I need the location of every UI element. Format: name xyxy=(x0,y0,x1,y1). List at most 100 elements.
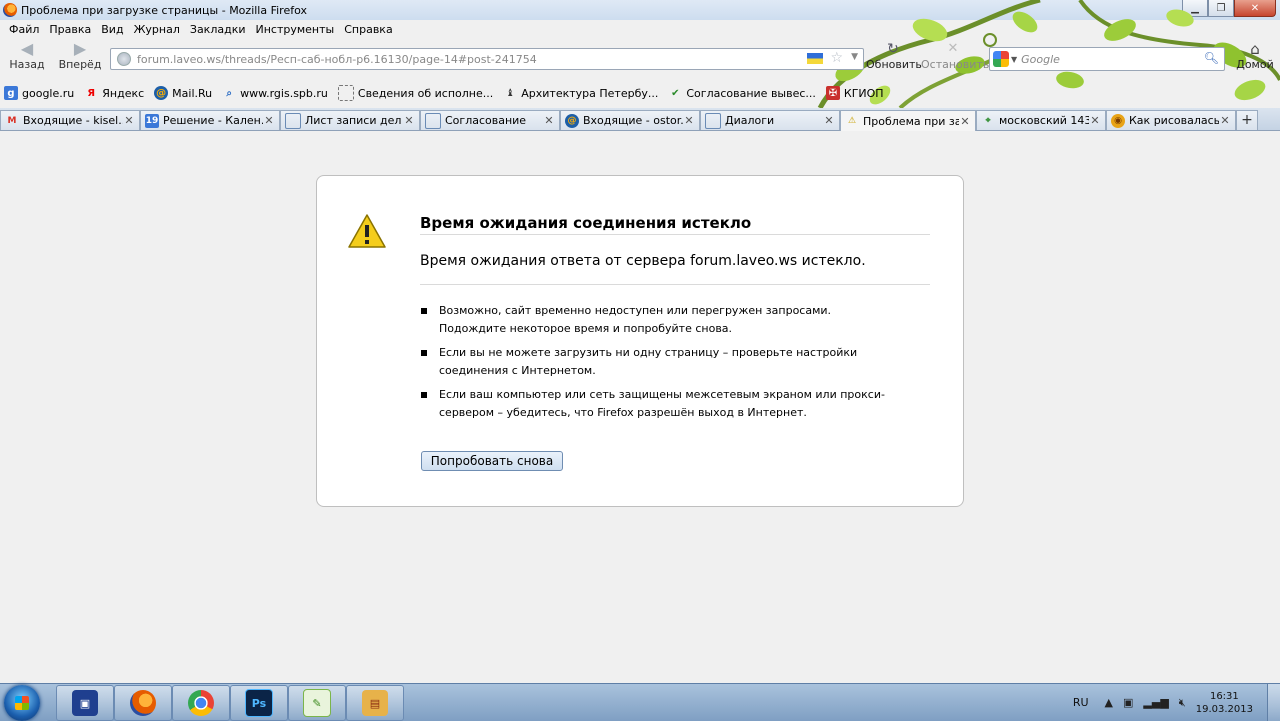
menu-bookmarks[interactable]: Закладки xyxy=(185,23,251,36)
window-controls: ▁ ❐ ✕ xyxy=(1182,0,1276,17)
tab-error-active[interactable]: ⚠ Проблема при за... ✕ xyxy=(840,110,976,131)
retry-button[interactable]: Попробовать снова xyxy=(421,451,563,471)
search-icon[interactable]: 🔍︎ xyxy=(1204,51,1219,65)
forward-label: Вперёд xyxy=(58,58,102,71)
tab-close-icon[interactable]: ✕ xyxy=(959,115,971,128)
flag-icon xyxy=(807,53,823,64)
globe-icon: ◉ xyxy=(1111,113,1125,128)
google-icon: g xyxy=(4,86,18,100)
page-icon xyxy=(285,112,301,129)
maximize-button[interactable]: ❐ xyxy=(1208,0,1234,17)
tab-close-icon[interactable]: ✕ xyxy=(823,114,835,127)
tab-close-icon[interactable]: ✕ xyxy=(123,114,135,127)
divider xyxy=(420,234,930,235)
menu-history[interactable]: Журнал xyxy=(129,23,185,36)
network-icon[interactable]: ▂▄▆ xyxy=(1143,696,1168,709)
menu-view[interactable]: Вид xyxy=(96,23,128,36)
chevron-down-icon[interactable]: ▼ xyxy=(1011,55,1017,64)
chrome-icon xyxy=(188,690,214,716)
bookmark-kgiop[interactable]: ✠ КГИОП xyxy=(825,86,884,100)
page-content: Время ожидания соединения истекло Время … xyxy=(0,131,1280,683)
tab-gmail[interactable]: M Входящие - kisel... ✕ xyxy=(0,110,140,130)
list-item: Если вы не можете загрузить ни одну стра… xyxy=(421,344,891,380)
tab-kak-risovalas[interactable]: ◉ Как рисовалась ... ✕ xyxy=(1106,110,1236,130)
error-panel: Время ожидания соединения истекло Время … xyxy=(316,175,964,507)
calendar-icon: 19 xyxy=(145,113,159,128)
bookmark-rgis[interactable]: ⌕ www.rgis.spb.ru xyxy=(222,86,328,100)
taskbar-app-archive[interactable]: ▤ xyxy=(346,685,404,721)
taskbar-app-coreldraw[interactable]: ✎ xyxy=(288,685,346,721)
reload-label: Обновить xyxy=(866,58,922,71)
menu-help[interactable]: Справка xyxy=(339,23,397,36)
close-button[interactable]: ✕ xyxy=(1234,0,1276,17)
new-tab-button[interactable]: + xyxy=(1236,110,1258,130)
bookmark-yandex[interactable]: Я Яндекс xyxy=(84,86,144,100)
mailru-icon: @ xyxy=(565,113,579,128)
bullet xyxy=(421,350,427,356)
bookmark-soglasovanie[interactable]: ✔ Согласование вывес... xyxy=(668,86,816,100)
star-icon[interactable]: ☆ xyxy=(830,50,843,66)
clock[interactable]: 16:31 19.03.2013 xyxy=(1196,690,1253,716)
url-input[interactable]: forum.laveo.ws/threads/Респ-саб-нобл-р6.… xyxy=(137,53,537,66)
minimize-button[interactable]: ▁ xyxy=(1182,0,1208,17)
tab-soglasovanie[interactable]: Согласование ✕ xyxy=(420,110,560,130)
forward-button[interactable]: ▶ Вперёд xyxy=(57,40,103,72)
tab-map[interactable]: ⌖ московский 143 - ... ✕ xyxy=(976,110,1106,130)
show-desktop-button[interactable] xyxy=(1267,684,1280,721)
window-title: Проблема при загрузке страницы - Mozilla… xyxy=(21,3,307,17)
tab-list[interactable]: Лист записи дел ... ✕ xyxy=(280,110,420,130)
taskbar-app-chrome[interactable] xyxy=(172,685,230,721)
bookmark-arkhitektura[interactable]: ♝ Архитектура Петербу... xyxy=(503,86,659,100)
tab-calendar[interactable]: 19 Решение - Кален... ✕ xyxy=(140,110,280,130)
url-bar[interactable]: forum.laveo.ws/threads/Респ-саб-нобл-р6.… xyxy=(110,48,864,70)
clock-date: 19.03.2013 xyxy=(1195,703,1253,715)
taskbar-app-photoshop[interactable]: Ps xyxy=(230,685,288,721)
tab-close-icon[interactable]: ✕ xyxy=(1089,114,1101,127)
site-identity-icon[interactable] xyxy=(117,52,131,66)
menu-tools[interactable]: Инструменты xyxy=(251,23,340,36)
home-icon: ⌂ xyxy=(1250,40,1260,58)
menu-file[interactable]: Файл xyxy=(4,23,44,36)
reload-button[interactable]: ↻ Обновить xyxy=(866,40,922,71)
taskbar-app-firefox[interactable] xyxy=(114,685,172,721)
warning-icon xyxy=(348,214,386,248)
firefox-icon xyxy=(3,3,17,17)
floppy-icon: ▣ xyxy=(72,690,98,716)
search-bar[interactable]: ▼ Google 🔍︎ xyxy=(989,47,1225,71)
back-button[interactable]: ◀ Назад xyxy=(4,39,50,72)
list-item: Если ваш компьютер или сеть защищены меж… xyxy=(421,386,891,422)
tab-close-icon[interactable]: ✕ xyxy=(263,114,275,127)
home-label: Домой xyxy=(1236,58,1274,71)
taskbar-app-save[interactable]: ▣ xyxy=(56,685,114,721)
gmail-icon: M xyxy=(7,115,17,126)
tab-dialogs[interactable]: Диалоги ✕ xyxy=(700,110,840,130)
tab-mailru[interactable]: @ Входящие - ostor... ✕ xyxy=(560,110,700,130)
tab-close-icon[interactable]: ✕ xyxy=(543,114,555,127)
menu-edit[interactable]: Правка xyxy=(44,23,96,36)
language-indicator[interactable]: RU xyxy=(1073,696,1089,709)
bookmarks-bar: g google.ru Я Яндекс @ Mail.Ru ⌕ www.rgi… xyxy=(0,82,1280,104)
tab-close-icon[interactable]: ✕ xyxy=(683,114,695,127)
chevron-up-icon[interactable]: ▲ xyxy=(1105,696,1113,709)
tab-close-icon[interactable]: ✕ xyxy=(1219,114,1231,127)
tab-strip: M Входящие - kisel... ✕ 19 Решение - Кал… xyxy=(0,108,1280,131)
bookmark-google[interactable]: g google.ru xyxy=(4,86,74,100)
device-icon[interactable]: ▣ xyxy=(1123,696,1133,709)
navigation-toolbar: ◀ Назад ▶ Вперёд forum.laveo.ws/threads/… xyxy=(0,38,1280,82)
volume-icon[interactable]: 🔇︎ xyxy=(1179,696,1186,710)
stop-button[interactable]: ✕ Остановить xyxy=(921,40,990,71)
taskbar: ▣ Ps ✎ ▤ RU ▲ ▣ ▂▄▆ 🔇︎ 16:31 19.03.2013 xyxy=(0,683,1280,721)
warning-icon: ⚠ xyxy=(847,116,857,126)
search-input[interactable]: Google xyxy=(1021,53,1060,66)
search-icon: ⌕ xyxy=(226,87,232,99)
error-subtitle: Время ожидания ответа от сервера forum.l… xyxy=(420,253,866,269)
bookmark-mailru[interactable]: @ Mail.Ru xyxy=(154,86,212,100)
google-icon[interactable] xyxy=(993,51,1009,67)
stop-label: Остановить xyxy=(921,58,990,71)
bookmark-svedeniya[interactable]: Сведения об исполне... xyxy=(337,85,493,101)
tab-close-icon[interactable]: ✕ xyxy=(403,114,415,127)
home-button[interactable]: ⌂ Домой xyxy=(1232,40,1278,71)
chevron-down-icon[interactable]: ▼ xyxy=(851,52,858,62)
start-button[interactable] xyxy=(4,685,40,721)
back-arrow-icon: ◀ xyxy=(20,39,34,58)
